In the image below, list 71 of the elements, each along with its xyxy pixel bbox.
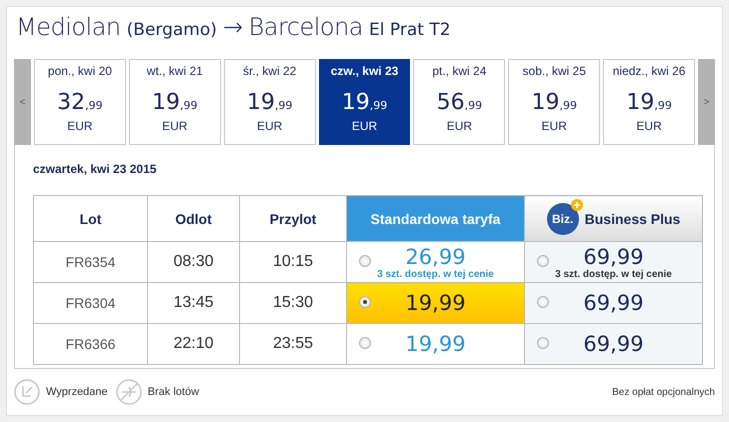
date-label: niedz., kwi 26 [612, 64, 686, 80]
date-tab[interactable]: sob., kwi 25 19,99 EUR [508, 59, 600, 145]
radio-button[interactable] [359, 337, 371, 349]
column-header: Lot [34, 196, 148, 242]
date-tab[interactable]: śr., kwi 22 19,99 EUR [224, 59, 316, 145]
date-label: pon., kwi 20 [48, 64, 112, 80]
currency: EUR [352, 119, 378, 133]
legend-label: Wyprzedane [46, 386, 108, 398]
date-label: wt., kwi 21 [146, 64, 203, 80]
fare-cell[interactable]: 19,99 [346, 282, 524, 324]
currency: EUR [446, 119, 472, 133]
destination: Barcelona [248, 13, 364, 41]
table-cell: 08:30 [147, 242, 240, 282]
price: 19,99 [531, 90, 577, 115]
price: 26,99 [405, 244, 466, 268]
destination-detail: El Prat T2 [369, 20, 451, 40]
table-cell: 10:15 [240, 242, 346, 282]
price: 32,99 [57, 90, 103, 115]
date-label: pt., kwi 24 [432, 64, 486, 80]
origin: Mediolan [16, 13, 121, 41]
date-tab[interactable]: wt., kwi 21 19,99 EUR [128, 59, 221, 145]
table-cell: 13:45 [147, 282, 240, 324]
footer-note: Bez opłat opcjonalnych [612, 386, 715, 398]
origin-detail: (Bergamo) [126, 20, 217, 40]
currency: EUR [542, 119, 567, 133]
radio-button[interactable] [359, 255, 371, 267]
date-tab[interactable]: niedz., kwi 26 19,99 EUR [603, 59, 696, 145]
price: 19,99 [405, 291, 466, 315]
fare-cell[interactable]: 69,99 [524, 324, 702, 364]
currency: EUR [256, 119, 282, 133]
price: 19,99 [626, 90, 672, 115]
availability-note: 3 szt. dostęp. w tej cenie [554, 268, 673, 280]
column-header: Odlot [147, 196, 240, 242]
table-cell: FR6366 [34, 324, 148, 364]
currency: EUR [162, 119, 188, 133]
route-arrow: → [222, 13, 243, 41]
radio-button[interactable] [537, 337, 549, 349]
price: 19,99 [342, 90, 388, 115]
previous-button[interactable]: < [14, 59, 31, 145]
radio-button[interactable] [537, 255, 549, 267]
column-header: Przylot [240, 196, 346, 242]
currency: EUR [67, 119, 93, 133]
legend-label: Brak lotów [148, 386, 200, 398]
business-title: Business Plus [584, 210, 680, 226]
price: 69,99 [583, 332, 644, 356]
availability-note: 3 szt. dostęp. w tej cenie [376, 268, 495, 280]
date-tab[interactable]: pon., kwi 20 32,99 EUR [34, 59, 126, 145]
date-tab[interactable]: pt., kwi 24 56,99 EUR [413, 59, 506, 145]
price: 19,99 [405, 332, 466, 356]
currency: EUR [636, 119, 662, 133]
price: 19,99 [246, 90, 292, 115]
date-label: śr., kwi 22 [242, 64, 296, 80]
selected-date: czwartek, kwi 23 2015 [33, 162, 156, 176]
table-cell: 22:10 [147, 324, 240, 364]
next-button[interactable]: > [698, 59, 716, 145]
price: 56,99 [436, 90, 482, 115]
price: 69,99 [583, 291, 644, 315]
date-tab[interactable]: czw., kwi 23 19,99 EUR [318, 59, 410, 145]
table-cell: FR6304 [34, 282, 148, 324]
price: 69,99 [583, 244, 644, 268]
radio-button[interactable] [537, 296, 549, 308]
column-header: Standardowa taryfa [346, 196, 524, 242]
table-cell: 23:55 [240, 324, 346, 364]
crossed-plane-icon [116, 379, 142, 405]
fare-cell[interactable]: 69,99 [524, 282, 702, 324]
date-label: sob., kwi 25 [522, 64, 586, 80]
radio-button[interactable] [359, 296, 371, 308]
table-cell: FR6354 [34, 242, 148, 282]
fare-cell[interactable]: 69,99 3 szt. dostęp. w tej cenie [524, 242, 702, 282]
price: 19,99 [152, 90, 198, 115]
date-label: czw., kwi 23 [330, 64, 398, 80]
